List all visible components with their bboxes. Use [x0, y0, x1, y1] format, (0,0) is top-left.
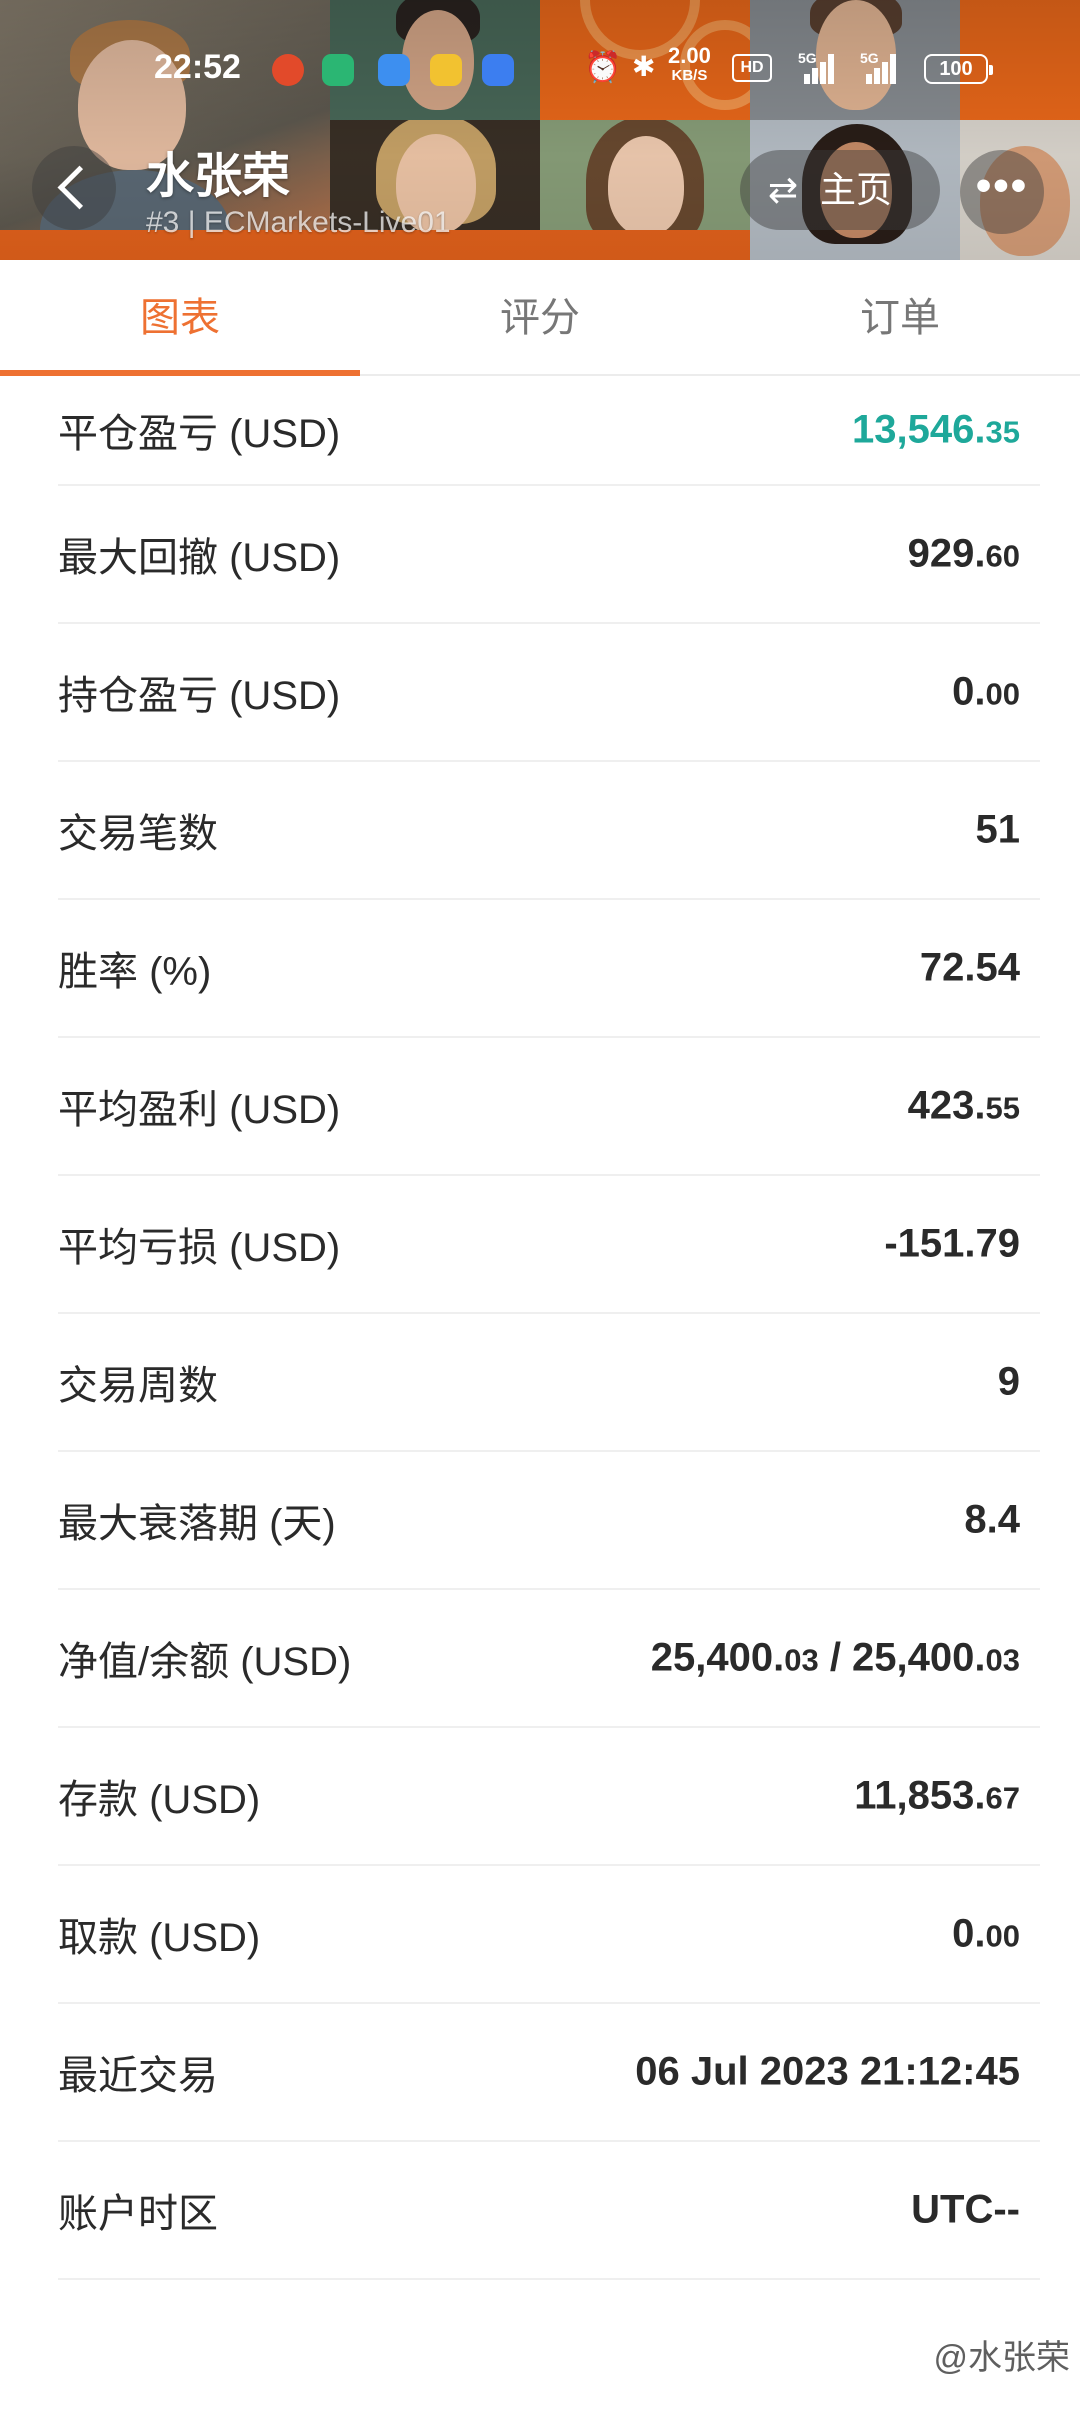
stat-row-open-pnl: 持仓盈亏 (USD) 0.00	[58, 624, 1040, 762]
signal-icon: 5G	[860, 50, 900, 84]
tab-chart[interactable]: 图表	[0, 260, 360, 376]
stat-value: 0.00	[952, 669, 1020, 714]
page-title: 水张荣	[146, 150, 291, 203]
stat-value: 929.60	[907, 531, 1020, 576]
stat-label: 最大回撤 (USD)	[58, 536, 341, 580]
stat-label: 平均盈利 (USD)	[58, 1088, 341, 1132]
stat-row-equity-balance: 净值/余额 (USD) 25,400.03 / 25,400.03	[58, 1590, 1040, 1728]
stat-row-win-rate: 胜率 (%) 72.54	[58, 900, 1040, 1038]
stat-value: -151.79	[884, 1221, 1020, 1266]
bluetooth-icon: ✱	[632, 51, 656, 82]
stat-label: 胜率 (%)	[58, 950, 212, 994]
stat-row-max-drawdown: 最大回撤 (USD) 929.60	[58, 486, 1040, 624]
tab-bar: 图表 评分 订单	[0, 260, 1080, 376]
stat-row-avg-profit: 平均盈利 (USD) 423.55	[58, 1038, 1040, 1176]
stat-value: 25,400.03 / 25,400.03	[650, 1635, 1020, 1680]
stat-label: 最近交易	[58, 2054, 218, 2098]
stat-row-last-trade: 最近交易 06 Jul 2023 21:12:45	[58, 2004, 1040, 2142]
more-button[interactable]: •••	[960, 150, 1044, 234]
stat-row-trade-count: 交易笔数 51	[58, 762, 1040, 900]
stat-row-closed-pnl: 平仓盈亏 (USD) 13,546.35	[58, 376, 1040, 486]
stat-row-timezone: 账户时区 UTC--	[58, 2142, 1040, 2280]
network-speed-unit: KB/S	[671, 67, 708, 84]
stat-label: 交易周数	[58, 1364, 218, 1408]
stat-label: 净值/余额 (USD)	[58, 1640, 352, 1684]
status-time: 22:52	[154, 48, 241, 86]
stat-label: 账户时区	[58, 2192, 218, 2236]
home-button[interactable]: ⇄ 主页	[740, 150, 940, 230]
network-speed-value: 2.00	[668, 43, 711, 68]
signal-icon: 5G	[798, 50, 838, 84]
stat-value: 06 Jul 2023 21:12:45	[635, 2049, 1020, 2094]
stat-value: 8.4	[964, 1497, 1020, 1542]
signal-type: 5G	[798, 50, 817, 66]
stat-row-deposits: 存款 (USD) 11,853.67	[58, 1728, 1040, 1866]
profile-header: 22:52 ⏰ ✱ 2.00 KB/S HD 5G 5G 100 水张荣 #3 …	[0, 0, 1080, 260]
tab-score[interactable]: 评分	[360, 260, 720, 374]
app-notification-icon	[430, 54, 462, 86]
stat-value: 0.00	[952, 1911, 1020, 1956]
stat-value: UTC--	[911, 2187, 1020, 2232]
stat-label: 平仓盈亏 (USD)	[58, 412, 341, 456]
stat-row-max-decline-period: 最大衰落期 (天) 8.4	[58, 1452, 1040, 1590]
stat-label: 最大衰落期 (天)	[58, 1502, 336, 1546]
app-notification-icon	[272, 54, 304, 86]
stat-row-withdrawals: 取款 (USD) 0.00	[58, 1866, 1040, 2004]
alarm-icon: ⏰	[584, 51, 622, 84]
back-button[interactable]	[32, 146, 116, 230]
stat-label: 取款 (USD)	[58, 1916, 261, 1960]
app-notification-icon	[378, 54, 410, 86]
stat-value: 423.55	[907, 1083, 1020, 1128]
tab-orders[interactable]: 订单	[720, 260, 1080, 374]
network-speed: 2.00 KB/S	[668, 43, 711, 86]
signal-type: 5G	[860, 50, 879, 66]
account-subtitle: #3 | ECMarkets-Live01	[146, 206, 451, 239]
stat-value: 13,546.35	[852, 407, 1020, 452]
stat-row-avg-loss: 平均亏损 (USD) -151.79	[58, 1176, 1040, 1314]
stats-list: 平仓盈亏 (USD) 13,546.35 最大回撤 (USD) 929.60 持…	[0, 376, 1080, 2280]
swap-icon: ⇄	[768, 169, 799, 210]
stat-value: 72.54	[919, 945, 1020, 990]
stat-value: 11,853.67	[854, 1773, 1020, 1818]
stat-value: 9	[997, 1359, 1020, 1404]
stat-label: 持仓盈亏 (USD)	[58, 674, 341, 718]
watermark: @水张荣	[933, 2339, 1070, 2377]
hd-voice-icon: HD	[732, 54, 772, 82]
app-notification-icon	[322, 54, 354, 86]
stat-label: 存款 (USD)	[58, 1778, 261, 1822]
status-bar: 22:52 ⏰ ✱ 2.00 KB/S HD 5G 5G 100	[0, 40, 1080, 100]
app-notification-icon	[482, 54, 514, 86]
home-button-label: 主页	[820, 169, 893, 210]
battery-icon: 100	[924, 54, 993, 84]
stat-value: 51	[975, 807, 1021, 852]
stat-label: 交易笔数	[58, 812, 218, 856]
stat-row-trading-weeks: 交易周数 9	[58, 1314, 1040, 1452]
stat-label: 平均亏损 (USD)	[58, 1226, 341, 1270]
